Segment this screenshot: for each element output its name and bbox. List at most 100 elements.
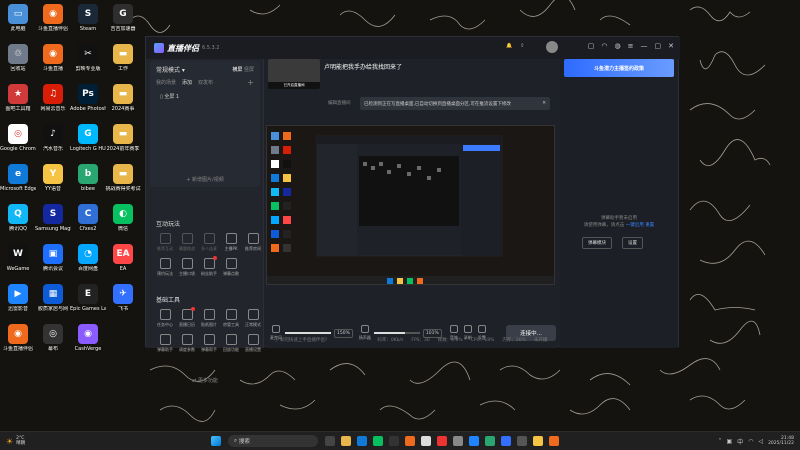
help-link[interactable]: ⓘ 如何快速上手直播伴侣?: [274, 337, 327, 343]
desktop-icon[interactable]: C Cfxes2: [71, 202, 105, 242]
desktop-icon[interactable]: G 吉吉加速器: [106, 2, 140, 42]
xunlei-icon[interactable]: [469, 436, 479, 446]
minimize-icon[interactable]: —: [641, 42, 648, 50]
chevron-up-icon[interactable]: ˄: [719, 438, 722, 445]
desktop-icon[interactable]: ✈ 飞书: [106, 282, 140, 322]
desktop-icon[interactable]: ♫ 网易云音乐: [36, 82, 70, 122]
desktop-icon[interactable]: ◔ 百度网盘: [71, 242, 105, 282]
volume-icon[interactable]: ◁: [758, 438, 763, 445]
desktop-icon[interactable]: ✂ 剪映专业版: [71, 42, 105, 82]
desktop-icon[interactable]: ▬ 2024赛事: [106, 82, 140, 122]
tool-item[interactable]: 弹幕点歌: [220, 258, 242, 277]
app2-icon[interactable]: [485, 436, 495, 446]
landscape-toggle[interactable]: 横屏: [232, 67, 242, 73]
skin-icon[interactable]: ◍: [615, 42, 621, 50]
desktop-icon[interactable]: ♪ 汽水音乐: [36, 122, 70, 162]
app3-icon[interactable]: [517, 436, 527, 446]
maximize-icon[interactable]: ▢: [655, 42, 662, 50]
desktop-icon[interactable]: ▬ 2024前年赛季: [106, 122, 140, 162]
taskbar-search[interactable]: ⌕ 搜索: [228, 435, 318, 447]
tool-item[interactable]: 预约玩法: [154, 258, 176, 277]
edit-room-link[interactable]: 编辑直播间: [328, 100, 351, 106]
desktop-icon[interactable]: G Logitech G HUB: [70, 122, 106, 162]
start-icon[interactable]: [211, 436, 221, 446]
stream-preview[interactable]: [266, 125, 555, 285]
danmaku-settings-button[interactable]: 设置: [622, 237, 643, 249]
desktop-icon[interactable]: ◉ 斗鱼直播: [36, 42, 70, 82]
desktop-icon[interactable]: e Microsoft Edge: [0, 162, 36, 202]
tool-item[interactable]: 房管工具: [220, 309, 242, 328]
desktop-icon[interactable]: ▣ 腾讯会议: [36, 242, 70, 282]
douyu2-icon[interactable]: [549, 436, 559, 446]
menu-icon[interactable]: ≡: [628, 42, 634, 50]
douyu-icon[interactable]: [405, 436, 415, 446]
danmaku-module-button[interactable]: 弹幕模块: [582, 237, 612, 249]
desktop-icon[interactable]: EA EA: [106, 242, 140, 282]
weather-widget[interactable]: ☀ 2°C 晴朗: [6, 436, 106, 446]
tool-item[interactable]: 直播日历: [176, 307, 198, 328]
desktop-icon[interactable]: ◎ 幕布: [36, 322, 70, 362]
notice-close-icon[interactable]: ✕: [542, 101, 546, 106]
tool-item[interactable]: 贴纸图片: [198, 309, 220, 328]
desktop-icon[interactable]: W WeGame: [1, 242, 35, 282]
room-thumbnail[interactable]: 已开启直播间: [268, 59, 320, 89]
share-icon[interactable]: ⇧: [520, 43, 524, 49]
wifi-icon[interactable]: ◠: [748, 438, 753, 445]
g-icon[interactable]: [437, 436, 447, 446]
more-features[interactable]: ⇄ 更多功能: [146, 377, 264, 384]
chrome-icon[interactable]: [421, 436, 431, 446]
enable-link[interactable]: 一键启用: [626, 223, 644, 228]
tool-item[interactable]: 正常模式: [242, 309, 264, 328]
tab-dual[interactable]: 双发布: [198, 79, 213, 86]
bell-icon[interactable]: 🔔: [506, 43, 512, 49]
desktop-icon[interactable]: ◉ 斗鱼直播伴侣: [1, 322, 35, 362]
mode-selector[interactable]: 常规模式 ▾: [156, 65, 185, 74]
reset-link[interactable]: 重置: [645, 223, 654, 228]
tool-item[interactable]: 推荐互动: [154, 233, 176, 252]
desktop-icon[interactable]: ▬ 工作: [106, 42, 140, 82]
n-icon[interactable]: [389, 436, 399, 446]
tab-my-scenes[interactable]: 我的场景: [156, 79, 176, 86]
scene-item[interactable]: ▯ 全屏 1: [150, 87, 260, 106]
headset-icon[interactable]: ◠: [601, 42, 607, 50]
promo-banner[interactable]: 斗鱼潜力主播签约政策: [564, 59, 674, 77]
desktop-icon[interactable]: ◎ Google Chrome: [0, 122, 36, 162]
speaker-slider[interactable]: [373, 332, 420, 334]
feishu-icon[interactable]: [501, 436, 511, 446]
desktop-icon[interactable]: Ps Adobe Photosh...: [70, 82, 106, 122]
tool-item[interactable]: 幕题挑战: [176, 233, 198, 252]
tool-item[interactable]: 任务中心: [154, 309, 176, 328]
yy-icon[interactable]: [533, 436, 543, 446]
desktop-icon[interactable]: ♲ 回收站: [1, 42, 35, 82]
add-scene-icon[interactable]: +: [247, 78, 254, 87]
desktop-icon[interactable]: ▦ 胶质家居与网: [36, 282, 70, 322]
desktop-icon[interactable]: ▶ 迅雷影音: [1, 282, 35, 322]
desktop-icon[interactable]: b bibee: [71, 162, 105, 202]
chat-icon[interactable]: ▢: [588, 42, 595, 50]
close-icon[interactable]: ✕: [668, 42, 674, 50]
desktop-icon[interactable]: ◐ 微信: [106, 202, 140, 242]
clock[interactable]: 21:48 2025/11/22: [768, 436, 794, 447]
desktop-icon[interactable]: Q 腾讯QQ: [1, 202, 35, 242]
desktop-icon[interactable]: ◉ 斗鱼直播伴侣: [36, 2, 70, 42]
tool-item[interactable]: 推荐房间: [242, 233, 264, 252]
desktop-icon[interactable]: S Samsung Magician: [35, 202, 71, 242]
explorer-icon[interactable]: [341, 436, 351, 446]
wechat-icon[interactable]: [373, 436, 383, 446]
room-title[interactable]: 卢明能把我手办给我找回来了: [324, 62, 402, 71]
ime-icon[interactable]: 中: [737, 437, 743, 446]
edge-icon[interactable]: [357, 436, 367, 446]
desktop-icon[interactable]: ▬ 挑战赛得奖考试: [105, 162, 141, 202]
portrait-toggle[interactable]: 竖屏: [244, 67, 254, 73]
tool-item[interactable]: 主播PK: [220, 233, 242, 252]
app-icon[interactable]: [453, 436, 463, 446]
desktop-icon[interactable]: ★ 图吧工具箱: [1, 82, 35, 122]
task-view-icon[interactable]: [325, 436, 335, 446]
tool-item[interactable]: 主播口袋: [176, 258, 198, 277]
desktop-icon[interactable]: ◉ CashVerge: [71, 322, 105, 362]
add-media-button[interactable]: + 新增图片/视频: [150, 176, 260, 183]
avatar[interactable]: [546, 41, 558, 53]
desktop-icon[interactable]: ▭ 此电脑: [1, 2, 35, 42]
desktop-icon[interactable]: E Epic Games Launcher: [70, 282, 106, 322]
mic-slider[interactable]: [285, 332, 331, 334]
